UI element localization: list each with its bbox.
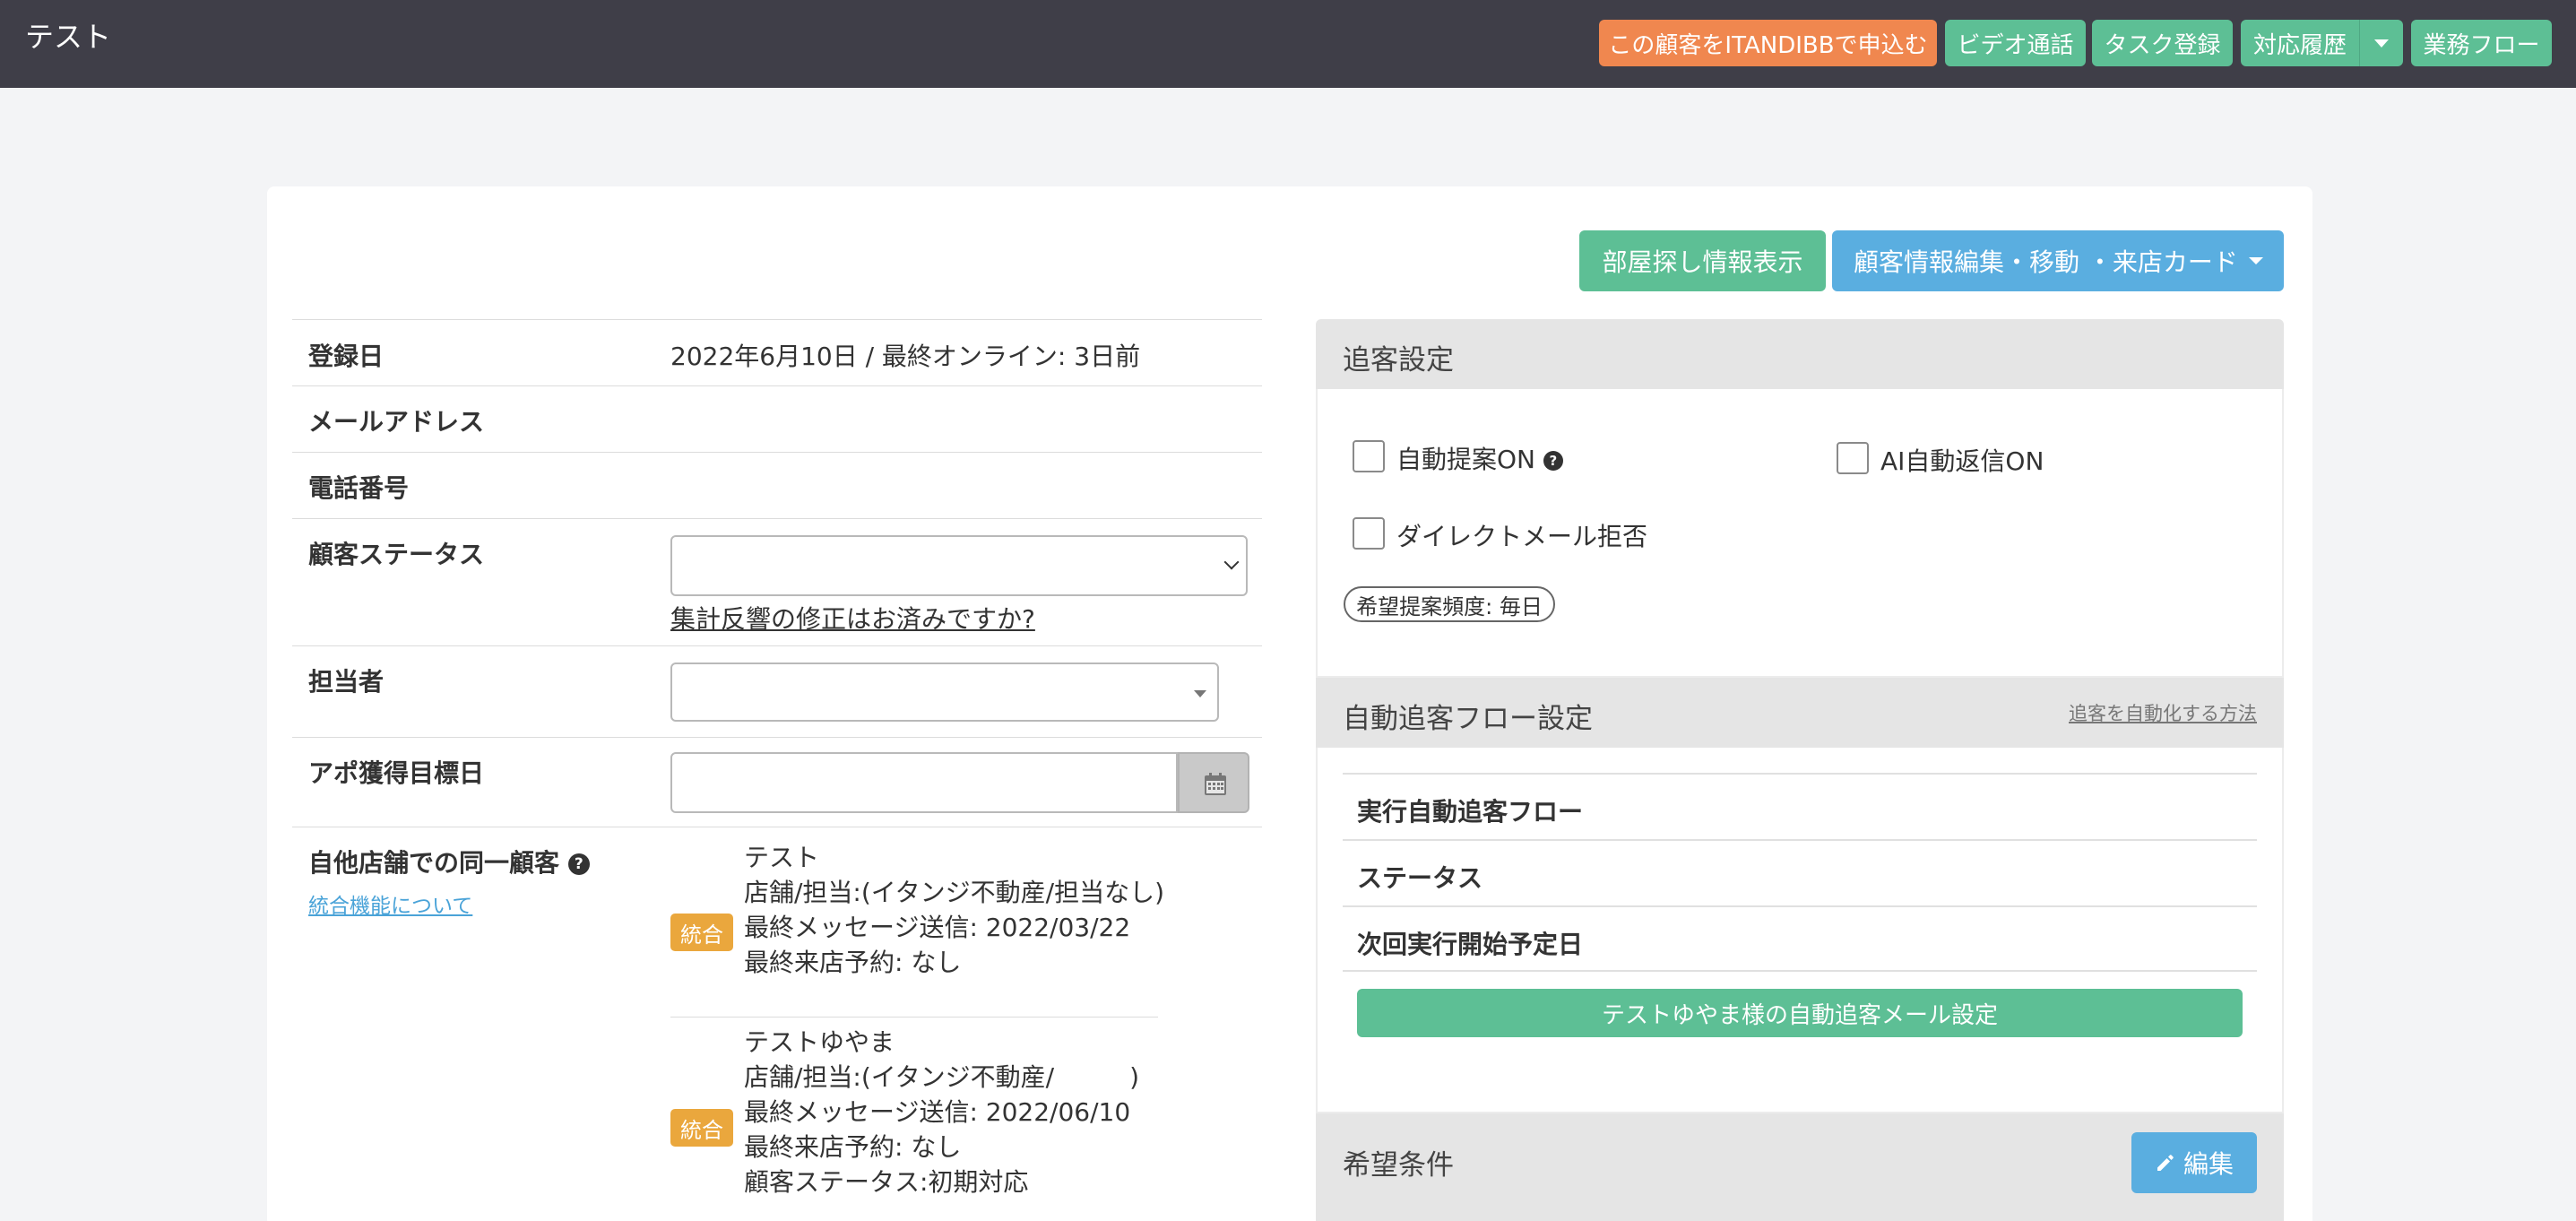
phone-label: 電話番号 bbox=[308, 473, 410, 503]
wish-edit-button[interactable]: 編集 bbox=[2131, 1132, 2257, 1193]
customer-status-select[interactable] bbox=[670, 535, 1248, 596]
status-label: 顧客ステータス bbox=[308, 540, 485, 569]
registered-value: 2022年6月10日 / 最終オンライン: 3日前 bbox=[670, 342, 1141, 371]
assignee-select[interactable] bbox=[670, 662, 1219, 722]
ai-reply-label: AI自動返信ON bbox=[1880, 446, 2044, 476]
appo-date-input[interactable] bbox=[670, 752, 1178, 813]
tracking-panel-header: 追客設定 bbox=[1316, 319, 2284, 389]
caret-down-icon bbox=[1194, 690, 1206, 697]
auto-mail-setting-button[interactable]: テストゆやま様の自動追客メール設定 bbox=[1357, 989, 2243, 1037]
ai-reply-checkbox[interactable] bbox=[1837, 442, 1869, 474]
same-customer-row: 自他店舗での同一顧客 ? 統合機能について 統合 テスト 店舗/担当:(イタンジ… bbox=[292, 827, 1262, 1221]
howto-link[interactable]: 追客を自動化する方法 bbox=[2069, 699, 2257, 726]
merge-button[interactable]: 統合 bbox=[670, 1109, 733, 1147]
calendar-button[interactable] bbox=[1178, 752, 1249, 813]
flow-status-row: ステータス bbox=[1343, 839, 2257, 905]
same-customer-last-visit: 最終来店予約: なし bbox=[744, 1132, 962, 1162]
running-flow-row: 実行自動追客フロー bbox=[1343, 773, 2257, 839]
auto-propose-label: 自動提案ON bbox=[1396, 445, 1535, 474]
phone-row: 電話番号 bbox=[292, 452, 1262, 518]
registered-row: 登録日 2022年6月10日 / 最終オンライン: 3日前 bbox=[292, 319, 1262, 385]
same-customer-item: 統合 テスト 店舗/担当:(イタンジ不動産/担当なし) 最終メッセージ送信: 2… bbox=[670, 840, 1164, 1018]
edit-customer-label: 顧客情報編集・移動 ・来店カード bbox=[1854, 247, 2238, 277]
app-title: テスト bbox=[25, 20, 112, 54]
same-customer-last-message: 最終メッセージ送信: 2022/03/22 bbox=[744, 913, 1131, 942]
auto-propose-checkbox[interactable] bbox=[1353, 440, 1385, 472]
same-customer-last-visit: 最終来店予約: なし bbox=[744, 948, 962, 977]
status-row: 顧客ステータス 集計反響の修正はお済みですか? bbox=[292, 518, 1262, 645]
edit-customer-button[interactable]: 顧客情報編集・移動 ・来店カード bbox=[1832, 230, 2284, 291]
merge-button[interactable]: 統合 bbox=[670, 914, 733, 951]
itandi-apply-button[interactable]: この顧客をITANDIBBで申込む bbox=[1599, 20, 1937, 66]
next-date-row: 次回実行開始予定日 bbox=[1343, 905, 2257, 972]
video-call-button[interactable]: ビデオ通話 bbox=[1945, 20, 2086, 66]
history-dropdown-toggle[interactable] bbox=[2359, 20, 2403, 66]
assignee-label: 担当者 bbox=[308, 667, 385, 697]
same-customer-item: 統合 テストゆやま 店舗/担当:(イタンジ不動産/ ) 最終メッセージ送信: 2… bbox=[670, 1025, 1158, 1213]
tracking-title: 追客設定 bbox=[1343, 344, 1454, 377]
auto-flow-title: 自動追客フロー設定 bbox=[1343, 703, 1593, 735]
auto-propose-label-wrap: 自動提案ON ? bbox=[1396, 440, 1563, 476]
question-circle-icon[interactable]: ? bbox=[567, 853, 590, 875]
history-button[interactable]: 対応履歴 bbox=[2241, 20, 2359, 66]
caret-down-icon bbox=[2374, 39, 2389, 48]
same-customer-store: 店舗/担当:(イタンジ不動産/担当なし) bbox=[744, 878, 1165, 907]
chevron-down-icon bbox=[1223, 554, 1240, 570]
task-register-button[interactable]: タスク登録 bbox=[2092, 20, 2233, 66]
auto-flow-panel-header: 自動追客フロー設定 追客を自動化する方法 bbox=[1316, 678, 2284, 748]
running-flow-label: 実行自動追客フロー bbox=[1357, 797, 1584, 827]
appo-date-row: アポ獲得目標日 bbox=[292, 737, 1262, 827]
same-customer-name: テスト bbox=[744, 843, 820, 872]
status-fix-link[interactable]: 集計反響の修正はお済みですか? bbox=[670, 600, 1035, 636]
assignee-row: 担当者 bbox=[292, 645, 1262, 737]
email-label: メールアドレス bbox=[308, 407, 485, 437]
next-date-label: 次回実行開始予定日 bbox=[1357, 930, 1584, 959]
wish-edit-label: 編集 bbox=[2183, 1149, 2234, 1179]
email-row: メールアドレス bbox=[292, 385, 1262, 452]
wish-title: 希望条件 bbox=[1343, 1149, 1454, 1182]
same-customer-label: 自他店舗での同一顧客 bbox=[308, 848, 560, 878]
caret-down-icon bbox=[2248, 257, 2263, 264]
dm-reject-checkbox[interactable] bbox=[1353, 517, 1385, 550]
same-customer-label-wrap: 自他店舗での同一顧客 ? bbox=[308, 844, 590, 879]
room-search-info-button[interactable]: 部屋探し情報表示 bbox=[1579, 230, 1826, 291]
workflow-button[interactable]: 業務フロー bbox=[2411, 20, 2552, 66]
frequency-pill[interactable]: 希望提案頻度: 毎日 bbox=[1344, 586, 1555, 622]
question-circle-icon[interactable]: ? bbox=[1543, 451, 1563, 471]
dm-reject-label: ダイレクトメール拒否 bbox=[1396, 522, 1648, 551]
pencil-icon bbox=[2157, 1155, 2174, 1171]
calendar-icon bbox=[1205, 773, 1226, 795]
flow-status-label: ステータス bbox=[1357, 863, 1483, 893]
appo-date-label: アポ獲得目標日 bbox=[308, 758, 485, 788]
same-customer-store: 店舗/担当:(イタンジ不動産/ ) bbox=[744, 1062, 1140, 1092]
merge-about-link[interactable]: 統合機能について bbox=[308, 888, 472, 919]
customer-info-table: 登録日 2022年6月10日 / 最終オンライン: 3日前 メールアドレス 電話… bbox=[292, 319, 1262, 1221]
same-customer-status: 顧客ステータス:初期対応 bbox=[744, 1167, 1029, 1197]
same-customer-last-message: 最終メッセージ送信: 2022/06/10 bbox=[744, 1097, 1131, 1127]
registered-label: 登録日 bbox=[308, 342, 385, 371]
same-customer-name: テストゆやま bbox=[744, 1027, 895, 1057]
top-bar: テスト この顧客をITANDIBBで申込む ビデオ通話 タスク登録 対応履歴 業… bbox=[0, 0, 2576, 88]
